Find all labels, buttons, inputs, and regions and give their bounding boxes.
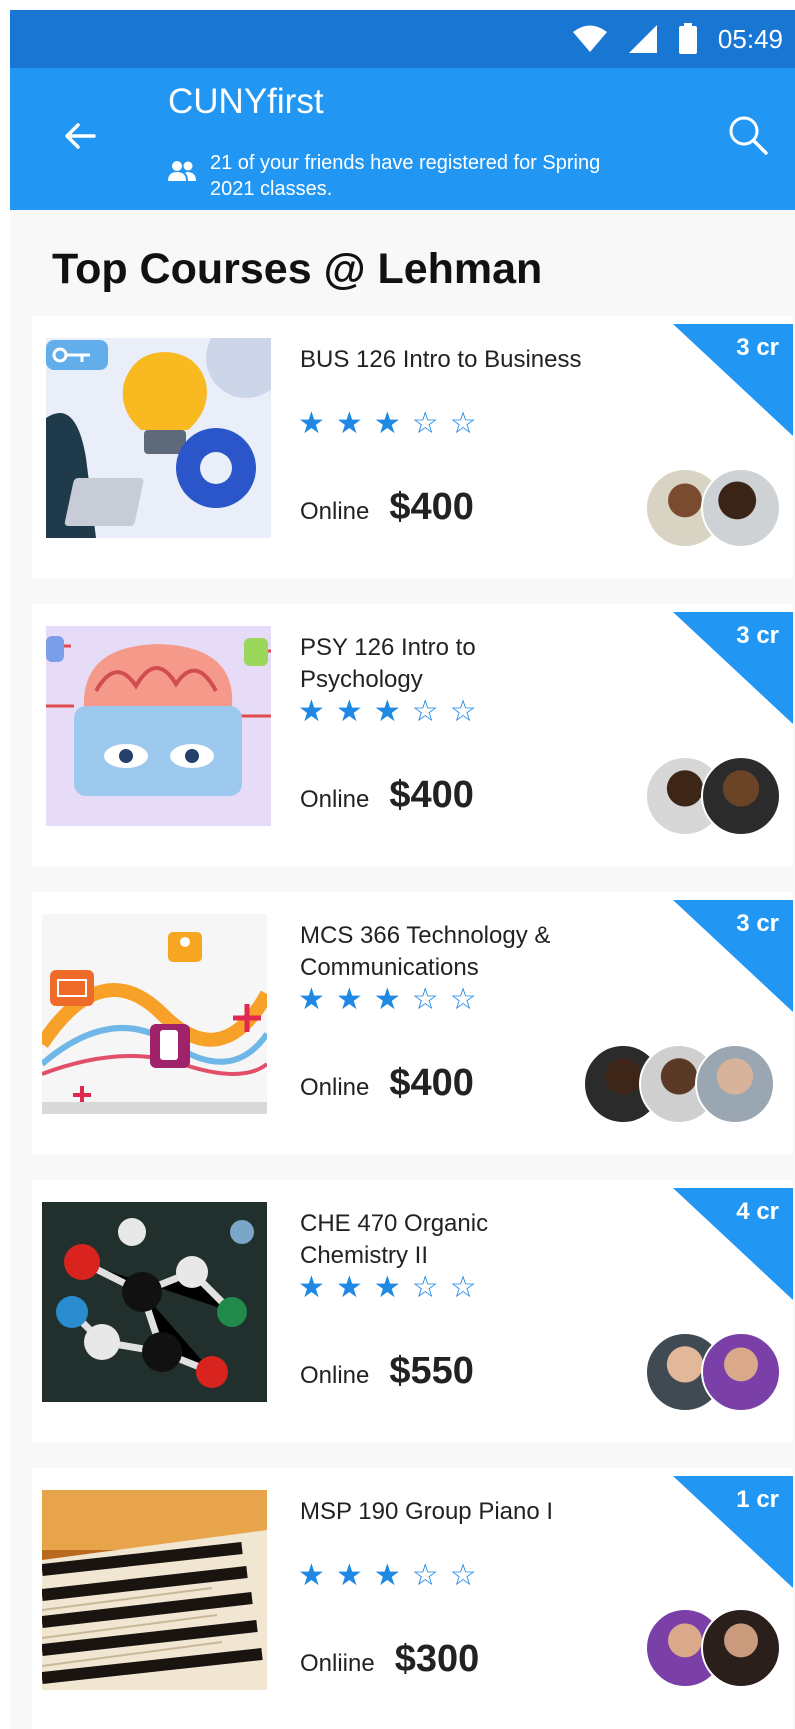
price-row: Online $550 — [300, 1350, 474, 1393]
star-outline-icon: ☆ — [449, 695, 477, 728]
course-mode: Online — [300, 1074, 370, 1101]
section-title: Top Courses @ Lehman — [52, 245, 543, 293]
status-time: 05:49 — [717, 23, 783, 54]
wifi-icon — [572, 25, 607, 52]
price-row: Onliine $300 — [300, 1638, 479, 1681]
course-card[interactable]: CHE 470 Organic Chemistry II ★ ★ ★ ☆ ☆ O… — [32, 1180, 793, 1442]
course-card[interactable]: MCS 366 Technology & Communications ★ ★ … — [32, 892, 793, 1154]
app-title: CUNYfirst — [168, 82, 324, 121]
battery-icon — [678, 23, 697, 54]
course-title: BUS 126 Intro to Business — [300, 346, 582, 373]
avatar — [701, 756, 781, 836]
course-title: MSP 190 Group Piano I — [300, 1498, 554, 1525]
star-filled-icon: ★ — [298, 983, 325, 1016]
star-outline-icon: ☆ — [411, 695, 439, 728]
rating-stars: ★ ★ ★ ☆ ☆ — [298, 409, 477, 439]
course-title: MCS 366 Technology & Communications — [300, 922, 551, 981]
star-filled-icon: ★ — [373, 695, 401, 728]
credit-badge: 3 cr — [673, 612, 793, 724]
star-filled-icon: ★ — [373, 407, 401, 440]
course-image-communications — [42, 914, 267, 1114]
status-bar: 05:49 — [10, 10, 795, 68]
avatar — [701, 468, 781, 548]
course-image-molecule — [42, 1202, 267, 1402]
credit-badge: 4 cr — [673, 1188, 793, 1300]
course-image-brain — [46, 626, 271, 826]
star-outline-icon: ☆ — [411, 407, 439, 440]
credit-badge: 1 cr — [673, 1476, 793, 1588]
credit-label: 1 cr — [736, 1486, 779, 1513]
avatar — [695, 1044, 775, 1124]
star-filled-icon: ★ — [335, 695, 363, 728]
course-price: $300 — [394, 1638, 480, 1680]
star-outline-icon: ☆ — [411, 1559, 439, 1592]
cell-signal-icon — [628, 25, 657, 53]
friends-note: 21 of your friends have registered for S… — [210, 152, 601, 200]
rating-stars: ★ ★ ★ ☆ ☆ — [298, 985, 477, 1015]
credit-badge: 3 cr — [673, 324, 793, 436]
course-mode: Onliine — [300, 1650, 375, 1677]
search-icon[interactable] — [727, 114, 769, 156]
star-filled-icon: ★ — [298, 407, 325, 440]
friend-avatars[interactable] — [645, 756, 781, 836]
star-filled-icon: ★ — [298, 695, 325, 728]
course-mode: Online — [300, 786, 370, 813]
friends-banner: 21 of your friends have registered for S… — [168, 150, 630, 202]
course-mode: Online — [300, 1362, 370, 1389]
star-filled-icon: ★ — [335, 1271, 363, 1304]
course-title: CHE 470 Organic Chemistry II — [300, 1210, 489, 1269]
course-title: PSY 126 Intro to Psychology — [300, 634, 476, 693]
friend-avatars[interactable] — [583, 1044, 775, 1124]
star-filled-icon: ★ — [298, 1271, 325, 1304]
friends-icon — [168, 161, 196, 181]
star-outline-icon: ☆ — [411, 1271, 439, 1304]
star-filled-icon: ★ — [335, 983, 363, 1016]
app-screen: 05:49 CUNYfirst 21 of your friends have … — [10, 10, 795, 1729]
app-bar: CUNYfirst 21 of your friends have regist… — [10, 68, 795, 210]
star-filled-icon: ★ — [373, 1271, 401, 1304]
friend-avatars[interactable] — [645, 1608, 781, 1688]
star-filled-icon: ★ — [373, 983, 401, 1016]
credit-label: 3 cr — [736, 910, 779, 937]
star-filled-icon: ★ — [335, 1559, 363, 1592]
price-row: Online $400 — [300, 486, 474, 529]
star-filled-icon: ★ — [335, 407, 363, 440]
avatar — [701, 1608, 781, 1688]
star-outline-icon: ☆ — [449, 1271, 477, 1304]
course-mode: Online — [300, 498, 370, 525]
course-image-business — [46, 338, 271, 538]
back-arrow-icon[interactable] — [60, 116, 100, 156]
course-price: $400 — [389, 774, 474, 816]
price-row: Online $400 — [300, 774, 474, 817]
rating-stars: ★ ★ ★ ☆ ☆ — [298, 1561, 477, 1591]
friend-avatars[interactable] — [645, 1332, 781, 1412]
credit-label: 4 cr — [736, 1198, 779, 1225]
credit-badge: 3 cr — [673, 900, 793, 1012]
course-card[interactable]: BUS 126 Intro to Business ★ ★ ★ ☆ ☆ Onli… — [32, 316, 793, 578]
star-outline-icon: ☆ — [411, 983, 439, 1016]
rating-stars: ★ ★ ★ ☆ ☆ — [298, 1273, 477, 1303]
rating-stars: ★ ★ ★ ☆ ☆ — [298, 697, 477, 727]
star-outline-icon: ☆ — [449, 407, 477, 440]
course-card[interactable]: MSP 190 Group Piano I ★ ★ ★ ☆ ☆ Onliine … — [32, 1468, 793, 1729]
avatar — [701, 1332, 781, 1412]
star-outline-icon: ☆ — [449, 1559, 477, 1592]
credit-label: 3 cr — [736, 622, 779, 649]
star-filled-icon: ★ — [298, 1559, 325, 1592]
price-row: Online $400 — [300, 1062, 474, 1105]
credit-label: 3 cr — [736, 334, 779, 361]
course-price: $550 — [389, 1350, 474, 1392]
star-outline-icon: ☆ — [449, 983, 477, 1016]
star-filled-icon: ★ — [373, 1559, 401, 1592]
course-price: $400 — [389, 1062, 474, 1104]
course-price: $400 — [389, 486, 474, 528]
course-image-piano — [42, 1490, 267, 1690]
course-card[interactable]: PSY 126 Intro to Psychology ★ ★ ★ ☆ ☆ On… — [32, 604, 793, 866]
friend-avatars[interactable] — [645, 468, 781, 548]
